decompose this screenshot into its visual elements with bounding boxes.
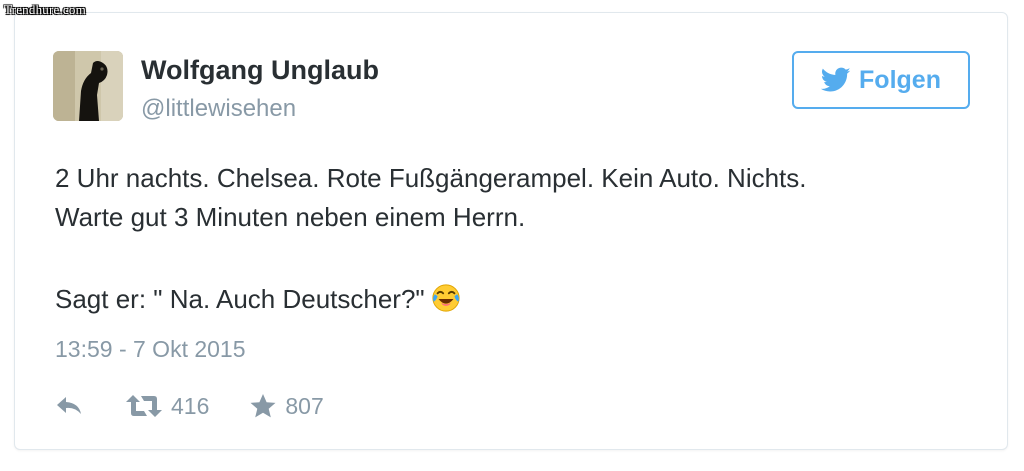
face-with-tears-of-joy-icon (432, 284, 460, 312)
tweet-text-line: Sagt er: " Na. Auch Deutscher?" (55, 284, 425, 314)
tweet-text: 2 Uhr nachts. Chelsea. Rote Fußgängeramp… (55, 159, 985, 319)
watermark: Trendhure.com (4, 2, 86, 17)
retweet-button[interactable]: 416 (125, 393, 209, 420)
tweet-actions: 416 807 (55, 389, 324, 423)
favorite-count: 807 (285, 392, 324, 419)
tweet-text-line: Warte gut 3 Minuten neben einem Herrn. (55, 202, 526, 232)
twitter-bird-icon (821, 67, 851, 92)
follow-button-label: Folgen (859, 65, 941, 94)
reply-icon (57, 397, 81, 414)
avatar-image (53, 51, 123, 121)
follow-button[interactable]: Folgen (792, 51, 970, 109)
reply-button[interactable] (55, 395, 83, 417)
tweet-text-line: 2 Uhr nachts. Chelsea. Rote Fußgängeramp… (55, 163, 807, 193)
tweet-text-line-with-emoji: Sagt er: " Na. Auch Deutscher?" (55, 280, 985, 319)
retweet-icon (126, 395, 162, 417)
tweet-card: Wolfgang Unglaub @littlewisehen Folgen 2… (14, 12, 1008, 450)
star-icon (250, 394, 276, 418)
retweet-count: 416 (171, 392, 210, 419)
author-handle[interactable]: @littlewisehen (141, 95, 296, 123)
favorite-button[interactable]: 807 (249, 392, 324, 420)
author-display-name[interactable]: Wolfgang Unglaub (141, 55, 379, 86)
tweet-timestamp[interactable]: 13:59 - 7 Okt 2015 (55, 336, 246, 363)
avatar[interactable] (53, 51, 123, 121)
